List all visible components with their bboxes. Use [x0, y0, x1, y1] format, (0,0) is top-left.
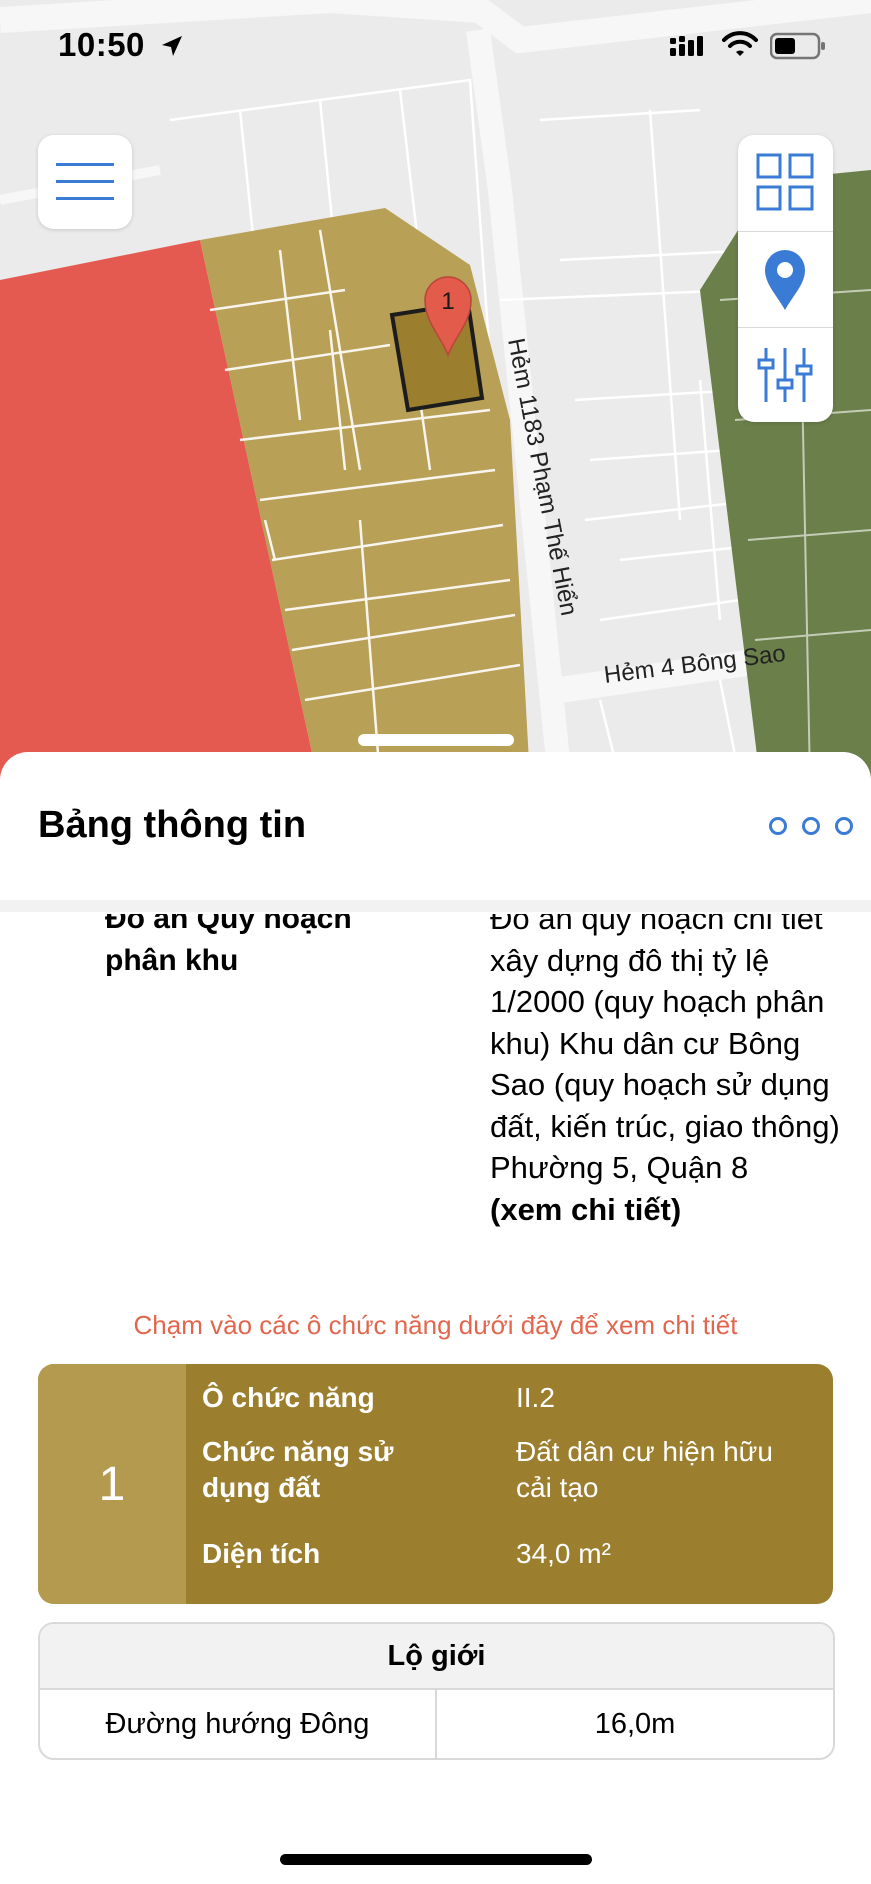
- function-key: Diện tích: [202, 1538, 321, 1569]
- sheet-drag-handle[interactable]: [358, 734, 514, 746]
- battery-icon: [770, 32, 825, 60]
- more-icon[interactable]: [768, 814, 858, 838]
- road-boundary-table: Lộ giới Đường hướng Đông 16,0m: [38, 1622, 835, 1760]
- hamburger-icon: [56, 163, 114, 200]
- status-time: 10:50: [58, 26, 145, 63]
- road-boundary-header: Lộ giới: [40, 1624, 833, 1690]
- layers-grid-button[interactable]: [738, 135, 833, 230]
- location-pin-icon: [765, 250, 805, 310]
- road-width-cell: 16,0m: [594, 1708, 676, 1740]
- cellular-signal-icon: [670, 36, 703, 56]
- menu-button[interactable]: [38, 135, 132, 229]
- function-zone-number: 1: [38, 1364, 186, 1604]
- map-tools: [738, 135, 833, 422]
- plan-description: Đồ án quy hoạch chi tiết xây dựng đô thị…: [490, 914, 840, 1185]
- function-hint: Chạm vào các ô chức năng dưới đây để xem…: [133, 1310, 738, 1340]
- plan-detail-link[interactable]: (xem chi tiết): [490, 1189, 840, 1231]
- wifi-icon: [722, 31, 758, 56]
- sheet-title: Bảng thông tin: [38, 804, 307, 846]
- sliders-icon: [757, 348, 813, 402]
- plan-value: Đồ án quy hoạch chi tiết xây dựng đô thị…: [490, 914, 840, 1230]
- home-indicator[interactable]: [280, 1854, 592, 1865]
- grid-icon: [756, 153, 814, 211]
- function-zone-card[interactable]: 1 Ô chức năng II.2 Chức năng sử dụng đất…: [38, 1364, 833, 1604]
- function-value: Đất dân cư hiện hữu cải tạo: [516, 1436, 773, 1503]
- function-key: Chức năng sử dụng đất: [202, 1436, 394, 1503]
- filter-settings-button[interactable]: [738, 327, 833, 422]
- sheet-divider: [0, 900, 871, 912]
- status-bar: 10:50: [0, 0, 871, 95]
- location-arrow-icon: [162, 36, 182, 56]
- function-value: 34,0 m²: [516, 1538, 611, 1569]
- my-location-button[interactable]: [738, 231, 833, 327]
- road-direction-cell: Đường hướng Đông: [40, 1690, 437, 1758]
- map-marker-label: 1: [441, 288, 454, 315]
- function-key: Ô chức năng: [202, 1382, 375, 1413]
- plan-label: Đồ án Quy hoạch phân khu: [105, 914, 352, 977]
- function-value: II.2: [516, 1382, 555, 1413]
